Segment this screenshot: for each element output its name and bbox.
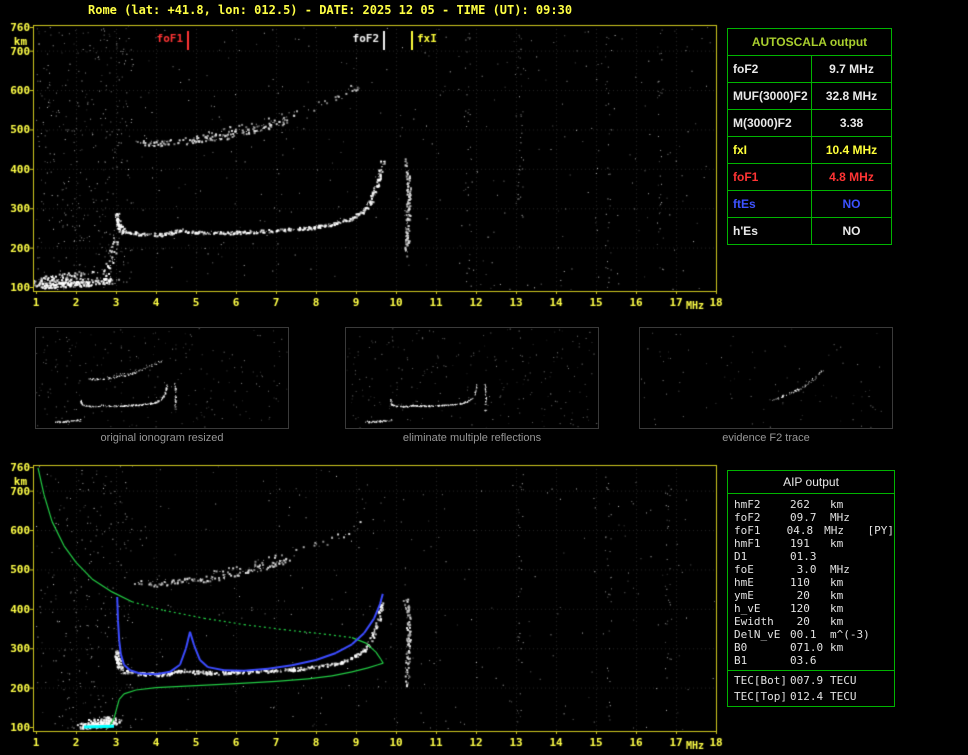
param-name: B0 xyxy=(734,641,748,654)
m3000-value: 3.38 xyxy=(839,116,864,130)
param-name: D1 xyxy=(734,550,748,563)
thumbnail-caption: eliminate multiple reflections xyxy=(402,432,542,444)
param-value: 262 xyxy=(790,498,810,511)
param-value: 110 xyxy=(790,576,810,589)
aip-row-d1: D1 01.3 xyxy=(728,550,894,563)
param-value: 012.4 xyxy=(790,690,824,703)
aip-row-ewidth: Ewidth 20 km xyxy=(728,615,894,628)
param-name: Ewidth xyxy=(734,615,774,628)
param-unit: km xyxy=(830,498,844,511)
param-unit: MHz xyxy=(830,563,850,576)
param-unit: MHz xyxy=(830,511,850,524)
param-value: 04.8 xyxy=(786,524,814,537)
top-ionogram-plot xyxy=(0,20,725,320)
autoscala-row-ftes: ftEs NO xyxy=(728,190,891,217)
aip-row-delnve: DelN_vE 00.1 m^(-3) xyxy=(728,628,894,641)
aip-row-fof1: foF1 04.8 MHz [PY] xyxy=(728,524,894,537)
param-name: hmE xyxy=(734,576,754,589)
hes-label: h'Es xyxy=(728,218,812,244)
aip-row-yme: ymE 20 km xyxy=(728,589,894,602)
aip-row-tectop: TEC[Top] 012.4 TECU xyxy=(728,690,894,703)
thumbnail-evidence-f2-trace xyxy=(639,327,893,429)
autoscala-row-fof2: foF2 9.7 MHz xyxy=(728,55,891,82)
m3000-label: M(3000)F2 xyxy=(728,110,812,136)
param-name: TEC[Bot] xyxy=(734,674,787,687)
param-value: 191 xyxy=(790,537,810,550)
fof1-value: 4.8 MHz xyxy=(829,170,874,184)
autoscala-output-panel: AUTOSCALA output foF2 9.7 MHz MUF(3000)F… xyxy=(727,28,892,245)
param-name: foF2 xyxy=(734,511,761,524)
autoscala-panel-title: AUTOSCALA output xyxy=(751,35,868,49)
bottom-ionogram-plot xyxy=(0,460,725,755)
fxi-value: 10.4 MHz xyxy=(825,143,878,157)
param-flag: [PY] xyxy=(867,524,895,537)
fof2-label: foF2 xyxy=(728,56,812,82)
param-name: DelN_vE xyxy=(734,628,781,641)
param-value: 120 xyxy=(790,602,810,615)
station-date-title: Rome (lat: +41.8, lon: 012.5) - DATE: 20… xyxy=(88,3,573,17)
aip-row-hmf1: hmF1 191 km xyxy=(728,537,894,550)
aip-row-hve: h_vE 120 km xyxy=(728,602,894,615)
param-value: 20 xyxy=(790,615,810,628)
aip-rows: hmF2 262 km foF2 09.7 MHz foF1 04.8 MHz [PY] hm… xyxy=(728,494,894,706)
fof1-label: foF1 xyxy=(728,164,812,190)
param-name: h_vE xyxy=(734,602,761,615)
muf-value: 32.8 MHz xyxy=(825,89,878,103)
autoscala-row-fof1: foF1 4.8 MHz xyxy=(728,163,891,190)
thumbnail-eliminate-multiples xyxy=(345,327,599,429)
param-unit: km xyxy=(830,589,844,602)
aip-row-hme: hmE 110 km xyxy=(728,576,894,589)
aip-row-b0: B0 071.0 km xyxy=(728,641,894,654)
param-unit: km xyxy=(830,576,844,589)
param-unit: km xyxy=(830,615,844,628)
aip-output-panel: AIP output hmF2 262 km foF2 09.7 MHz foF1 04.… xyxy=(727,470,895,707)
hes-value: NO xyxy=(842,224,861,238)
autoscala-row-muf: MUF(3000)F2 32.8 MHz xyxy=(728,82,891,109)
param-name: foF1 xyxy=(734,524,761,537)
param-name: TEC[Top] xyxy=(734,690,787,703)
ftes-label: ftEs xyxy=(728,191,812,217)
aip-row-hmf2: hmF2 262 km xyxy=(728,498,894,511)
aip-row-tecbot: TEC[Bot] 007.9 TECU xyxy=(728,670,894,690)
param-name: hmF2 xyxy=(734,498,761,511)
param-value: 20 xyxy=(790,589,810,602)
autoscala-row-fxi: fxI 10.4 MHz xyxy=(728,136,891,163)
fxi-label: fxI xyxy=(728,137,812,163)
param-name: hmF1 xyxy=(734,537,761,550)
param-unit: MHz xyxy=(824,524,845,537)
param-value: 00.1 xyxy=(790,628,817,641)
param-value: 007.9 xyxy=(790,674,824,687)
param-unit: TECU xyxy=(830,674,857,687)
param-unit: m^(-3) xyxy=(830,628,870,641)
thumbnail-caption: original ionogram resized xyxy=(100,432,224,444)
param-value: 03.6 xyxy=(790,654,817,667)
aip-row-foe: foE 3.0 MHz xyxy=(728,563,894,576)
param-unit xyxy=(830,654,874,667)
param-value: 071.0 xyxy=(790,641,824,654)
param-value: 3.0 xyxy=(790,563,817,576)
thumbnail-original-ionogram xyxy=(35,327,289,429)
ftes-value: NO xyxy=(842,197,861,211)
param-unit: km xyxy=(830,537,844,550)
aip-row-b1: B1 03.6 xyxy=(728,654,894,667)
param-name: foE xyxy=(734,563,754,576)
aip-panel-title: AIP output xyxy=(728,471,894,494)
param-name: ymE xyxy=(734,589,754,602)
param-unit: km xyxy=(830,602,844,615)
autoscala-row-m3000: M(3000)F2 3.38 xyxy=(728,109,891,136)
aip-row-fof2: foF2 09.7 MHz xyxy=(728,511,894,524)
muf-label: MUF(3000)F2 xyxy=(728,83,812,109)
param-value: 01.3 xyxy=(790,550,817,563)
autoscala-row-hes: h'Es NO xyxy=(728,217,891,244)
param-name: B1 xyxy=(734,654,748,667)
param-unit: km xyxy=(830,641,844,654)
param-value: 09.7 xyxy=(790,511,817,524)
param-unit xyxy=(830,550,874,563)
param-unit: TECU xyxy=(830,690,857,703)
thumbnail-caption: evidence F2 trace xyxy=(722,432,810,444)
fof2-value: 9.7 MHz xyxy=(829,62,874,76)
